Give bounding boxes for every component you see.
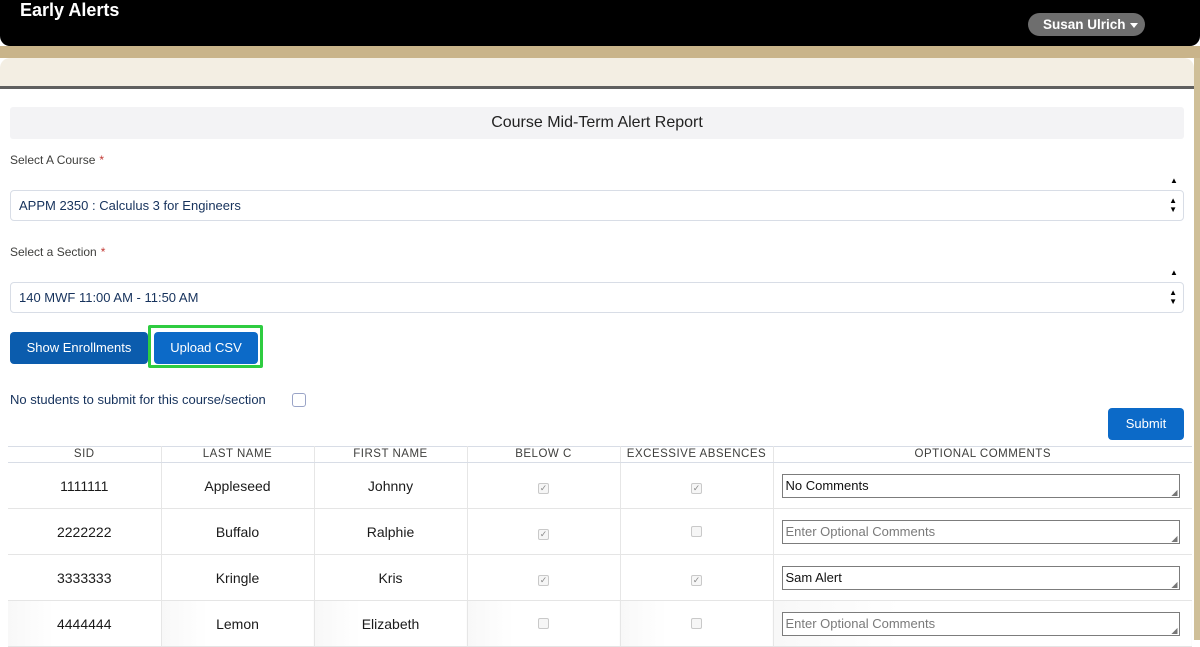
cell-excessive-absences: ✓ <box>620 462 774 509</box>
scroll-up-icon: ▲ <box>1170 268 1178 277</box>
comment-text: Enter Optional Comments <box>785 523 936 539</box>
comment-text: No Comments <box>785 477 869 493</box>
cell-last-name: Buffalo <box>161 508 315 555</box>
comment-text: Sam Alert <box>785 569 842 585</box>
comment-textarea[interactable]: Enter Optional Comments ◢ <box>781 611 1180 636</box>
user-menu-button[interactable]: Susan Ulrich <box>1028 13 1145 36</box>
table-header-row: SID LAST NAME FIRST NAME BELOW C EXCESSI… <box>8 446 1192 463</box>
cell-excessive-absences <box>620 508 774 555</box>
table-row: 2222222 Buffalo Ralphie ✓ Enter Optional Com… <box>8 508 1192 555</box>
page-banner <box>0 58 1194 86</box>
cell-comment: No Comments ◢ <box>773 462 1192 509</box>
app-title: Early Alerts <box>20 0 120 20</box>
comment-textarea[interactable]: Sam Alert ◢ <box>781 565 1180 590</box>
scroll-up-icon: ▲ <box>1170 176 1178 185</box>
column-header-first-name[interactable]: FIRST NAME <box>314 446 468 463</box>
cell-excessive-absences: ✓ <box>620 554 774 601</box>
cell-last-name: Kringle <box>161 554 315 601</box>
course-select[interactable]: APPM 2350 : Calculus 3 for Engineers ▲ ▼ <box>10 190 1184 221</box>
no-students-label: No students to submit for this course/se… <box>10 392 266 407</box>
cell-below-c: ✓ <box>467 508 621 555</box>
submit-button[interactable]: Submit <box>1108 408 1184 440</box>
upload-csv-button[interactable]: Upload CSV <box>154 332 258 364</box>
required-marker: * <box>100 245 106 259</box>
column-header-below-c[interactable]: BELOW C <box>467 446 621 463</box>
table-row: 1111111 Appleseed Johnny ✓ ✓ No Comments ◢ <box>8 462 1192 509</box>
cell-sid: 2222222 <box>8 508 162 555</box>
chevron-down-icon <box>1129 22 1138 28</box>
absences-checkbox[interactable] <box>691 617 702 629</box>
report-title: Course Mid-Term Alert Report <box>10 107 1184 139</box>
cell-comment: Sam Alert ◢ <box>773 554 1192 601</box>
column-header-last-name[interactable]: LAST NAME <box>161 446 315 463</box>
cell-first-name: Johnny <box>314 462 468 509</box>
cell-below-c: ✓ <box>467 554 621 601</box>
below-c-checkbox[interactable]: ✓ <box>538 528 549 540</box>
cell-sid: 3333333 <box>8 554 162 601</box>
page-edge <box>1194 58 1200 640</box>
select-arrows-icon: ▲ ▼ <box>1169 196 1177 214</box>
resize-grip-icon[interactable]: ◢ <box>1171 626 1177 635</box>
absences-checkbox[interactable]: ✓ <box>691 574 702 586</box>
required-marker: * <box>99 153 105 167</box>
show-enrollments-button[interactable]: Show Enrollments <box>10 332 148 364</box>
table-row: 3333333 Kringle Kris ✓ ✓ Sam Alert ◢ <box>8 554 1192 601</box>
select-arrows-icon: ▲ ▼ <box>1169 288 1177 306</box>
cell-first-name: Kris <box>314 554 468 601</box>
below-c-checkbox[interactable]: ✓ <box>538 482 549 494</box>
resize-grip-icon[interactable]: ◢ <box>1171 488 1177 497</box>
course-label-text: Select A Course <box>10 153 96 167</box>
section-select-value: 140 MWF 11:00 AM - 11:50 AM <box>19 290 199 305</box>
resize-grip-icon[interactable]: ◢ <box>1171 580 1177 589</box>
absences-checkbox[interactable]: ✓ <box>691 482 702 494</box>
comment-textarea[interactable]: Enter Optional Comments ◢ <box>781 519 1180 544</box>
comment-textarea[interactable]: No Comments ◢ <box>781 473 1180 498</box>
cell-below-c: ✓ <box>467 462 621 509</box>
roster-table: SID LAST NAME FIRST NAME BELOW C EXCESSI… <box>8 446 1192 647</box>
resize-grip-icon[interactable]: ◢ <box>1171 534 1177 543</box>
section-label-text: Select a Section <box>10 245 97 259</box>
column-header-excessive-absences[interactable]: EXCESSIVE ABSENCES <box>620 446 774 463</box>
absences-checkbox[interactable] <box>691 525 702 537</box>
user-name: Susan Ulrich <box>1043 17 1126 32</box>
section-select[interactable]: 140 MWF 11:00 AM - 11:50 AM ▲ ▼ <box>10 282 1184 313</box>
course-label: Select A Course * <box>10 153 104 167</box>
cell-sid: 1111111 <box>8 462 162 509</box>
section-label: Select a Section * <box>10 245 105 259</box>
course-select-value: APPM 2350 : Calculus 3 for Engineers <box>19 198 241 213</box>
column-header-sid[interactable]: SID <box>8 446 162 463</box>
below-c-checkbox[interactable]: ✓ <box>538 574 549 586</box>
divider <box>0 86 1194 89</box>
cell-first-name: Ralphie <box>314 508 468 555</box>
cell-last-name: Appleseed <box>161 462 315 509</box>
no-students-checkbox[interactable] <box>292 393 306 407</box>
cell-comment: Enter Optional Comments ◢ <box>773 508 1192 555</box>
below-c-checkbox[interactable] <box>538 617 549 629</box>
accent-strip <box>0 46 1200 58</box>
comment-text: Enter Optional Comments <box>785 615 936 631</box>
top-bar: Early Alerts Susan Ulrich <box>0 0 1200 46</box>
column-header-optional-comments[interactable]: OPTIONAL COMMENTS <box>773 446 1192 463</box>
